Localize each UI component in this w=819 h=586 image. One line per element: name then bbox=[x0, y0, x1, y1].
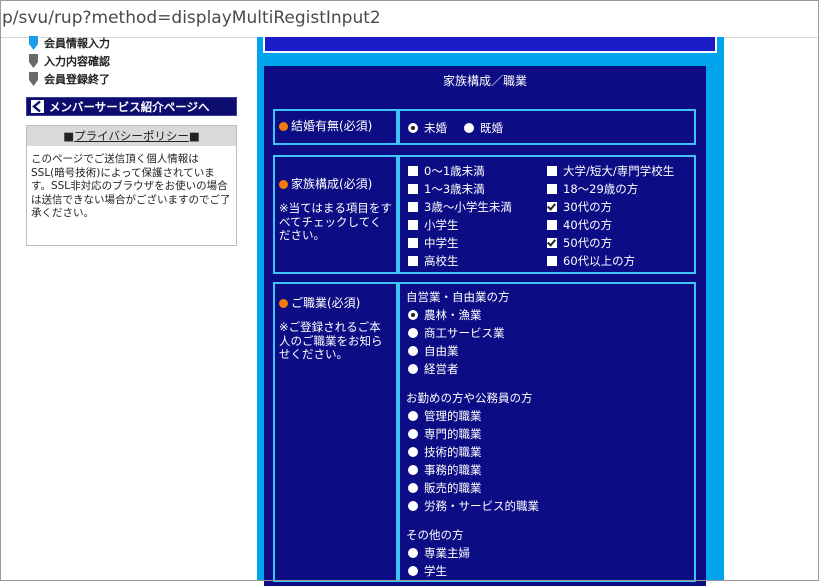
radio-button[interactable] bbox=[408, 483, 418, 493]
checkbox[interactable] bbox=[547, 166, 557, 176]
occupation-group-title: 自営業・自由業の方 bbox=[406, 290, 510, 304]
family-option[interactable]: 50代の方 bbox=[547, 235, 612, 251]
occupation-option[interactable]: 学生 bbox=[408, 563, 447, 579]
occupation-option[interactable]: 技術的職業 bbox=[408, 444, 482, 460]
radio-button[interactable] bbox=[408, 501, 418, 511]
marital-option-single[interactable]: 未婚 bbox=[408, 120, 447, 136]
checkbox[interactable] bbox=[547, 238, 557, 248]
occupation-option[interactable]: 自由業 bbox=[408, 343, 459, 359]
address-bar[interactable]: p/svu/rup?method=displayMultiRegistInput… bbox=[0, 0, 819, 38]
required-bullet-icon bbox=[279, 299, 288, 308]
family-options-cell: 0〜1歳未満 1〜3歳未満 3歳〜小学生未満 小学生 中学生 高校生 大学/短大… bbox=[398, 155, 696, 274]
occupation-option[interactable]: 農林・漁業 bbox=[408, 307, 482, 323]
occupation-option[interactable]: 管理的職業 bbox=[408, 408, 482, 424]
step-arrow-icon bbox=[29, 54, 38, 68]
main-form-area: 家族構成／職業 結婚有無(必須) 未婚 既婚 家族構成(必須) ※当てはまる項目… bbox=[257, 37, 724, 586]
family-note: ※当てはまる項目をすべてチェックしてください。 bbox=[279, 201, 392, 242]
occupation-option[interactable]: 事務的職業 bbox=[408, 462, 482, 478]
radio-button[interactable] bbox=[408, 429, 418, 439]
member-service-link-button[interactable]: メンバーサービス紹介ページへ bbox=[26, 97, 237, 116]
family-option[interactable]: 1〜3歳未満 bbox=[408, 181, 485, 197]
family-option[interactable]: 60代以上の方 bbox=[547, 253, 635, 269]
family-option[interactable]: 小学生 bbox=[408, 217, 459, 233]
radio-button[interactable] bbox=[408, 447, 418, 457]
checkbox[interactable] bbox=[408, 238, 418, 248]
privacy-box: ■プライバシーポリシー■ このページでご送信頂く個人情報はSSL(暗号技術)によ… bbox=[26, 125, 237, 246]
checkbox[interactable] bbox=[547, 184, 557, 194]
occupation-group-title: その他の方 bbox=[406, 528, 464, 542]
family-option[interactable]: 高校生 bbox=[408, 253, 459, 269]
privacy-notice-text: このページでご送信頂く個人情報はSSL(暗号技術)によって保護されています。SS… bbox=[31, 153, 231, 219]
checkbox[interactable] bbox=[408, 256, 418, 266]
step-arrow-icon bbox=[29, 36, 38, 50]
family-option[interactable]: 18〜29歳の方 bbox=[547, 181, 638, 197]
checkbox[interactable] bbox=[408, 220, 418, 230]
occupation-option[interactable]: 労務・サービス的職業 bbox=[408, 498, 539, 514]
checkbox[interactable] bbox=[547, 220, 557, 230]
occupation-option[interactable]: 専業主婦 bbox=[408, 545, 470, 561]
occupation-option[interactable]: 販売的職業 bbox=[408, 480, 482, 496]
family-option[interactable]: 40代の方 bbox=[547, 217, 612, 233]
occupation-label-cell: ご職業(必須) ※ご登録されるご本人のご職業をお知らせください。 bbox=[273, 282, 398, 582]
checkbox[interactable] bbox=[408, 184, 418, 194]
checkbox[interactable] bbox=[547, 202, 557, 212]
chevron-left-icon bbox=[31, 100, 44, 113]
family-label-cell: 家族構成(必須) ※当てはまる項目をすべてチェックしてください。 bbox=[273, 155, 398, 274]
checkbox[interactable] bbox=[408, 166, 418, 176]
radio-button[interactable] bbox=[408, 411, 418, 421]
occupation-group-title: お勤めの方や公務員の方 bbox=[406, 391, 533, 405]
checkbox[interactable] bbox=[547, 256, 557, 266]
occupation-option[interactable]: 商工サービス業 bbox=[408, 325, 505, 341]
radio-button[interactable] bbox=[408, 346, 418, 356]
occupation-note: ※ご登録されるご本人のご職業をお知らせください。 bbox=[279, 320, 383, 361]
radio-button[interactable] bbox=[408, 548, 418, 558]
url-text: p/svu/rup?method=displayMultiRegistInput… bbox=[2, 8, 381, 28]
occupation-option[interactable]: 経営者 bbox=[408, 361, 459, 377]
family-option[interactable]: 大学/短大/専門学校生 bbox=[547, 163, 674, 179]
checkbox[interactable] bbox=[408, 202, 418, 212]
family-option[interactable]: 中学生 bbox=[408, 235, 459, 251]
step-arrow-icon bbox=[29, 72, 38, 86]
occupation-option[interactable]: 専門的職業 bbox=[408, 426, 482, 442]
radio-button[interactable] bbox=[408, 364, 418, 374]
privacy-policy-link[interactable]: プライバシーポリシー bbox=[74, 129, 189, 143]
family-option[interactable]: 3歳〜小学生未満 bbox=[408, 199, 512, 215]
family-option[interactable]: 30代の方 bbox=[547, 199, 612, 215]
required-bullet-icon bbox=[279, 122, 288, 131]
radio-button[interactable] bbox=[408, 123, 418, 133]
marital-label-cell: 結婚有無(必須) bbox=[273, 109, 398, 145]
previous-section-bottom bbox=[263, 37, 717, 53]
family-occupation-section: 家族構成／職業 結婚有無(必須) 未婚 既婚 家族構成(必須) ※当てはまる項目… bbox=[264, 66, 706, 586]
required-bullet-icon bbox=[279, 180, 288, 189]
radio-button[interactable] bbox=[408, 328, 418, 338]
marital-options-cell: 未婚 既婚 bbox=[398, 109, 696, 145]
section-title: 家族構成／職業 bbox=[442, 74, 527, 88]
radio-button[interactable] bbox=[464, 123, 474, 133]
radio-button[interactable] bbox=[408, 465, 418, 475]
radio-button[interactable] bbox=[408, 566, 418, 576]
radio-button[interactable] bbox=[408, 310, 418, 320]
family-option[interactable]: 0〜1歳未満 bbox=[408, 163, 485, 179]
occupation-options-cell: 自営業・自由業の方 農林・漁業 商工サービス業 自由業 経営者 お勤めの方や公務… bbox=[398, 282, 696, 582]
marital-option-married[interactable]: 既婚 bbox=[464, 120, 503, 136]
privacy-header: ■プライバシーポリシー■ bbox=[27, 126, 236, 146]
